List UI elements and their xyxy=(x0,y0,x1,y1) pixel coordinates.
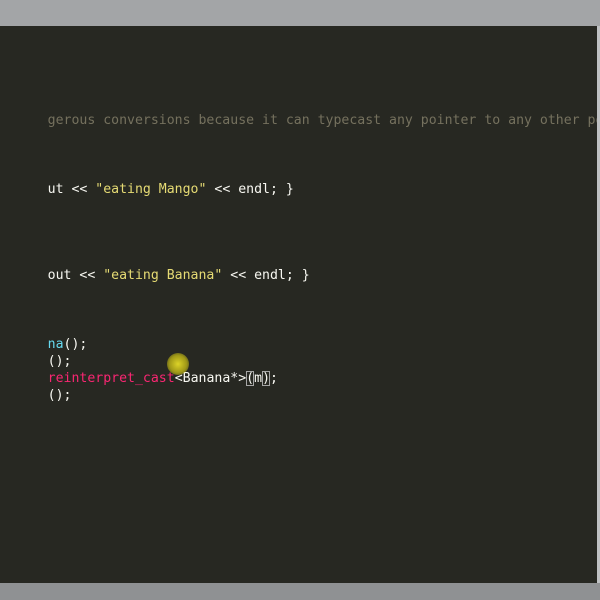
code-line-cast[interactable]: reinterpret_cast<Banana*>(m); xyxy=(0,353,278,386)
call2-text: (); xyxy=(47,388,72,403)
code-editor[interactable]: gerous conversions because it can typeca… xyxy=(0,26,597,583)
cast-type-close: > xyxy=(238,371,247,386)
code-area[interactable]: gerous conversions because it can typeca… xyxy=(0,26,597,583)
code-line-new[interactable]: na(); xyxy=(0,319,88,352)
code-line-mango[interactable]: ut << "eating Mango" << endl; } xyxy=(0,164,294,197)
code-line-banana[interactable]: out << "eating Banana" << endl; } xyxy=(0,250,310,283)
window-top-bar xyxy=(0,0,600,26)
banana-pre: out << xyxy=(47,268,104,283)
mango-pre: ut << xyxy=(47,182,96,197)
code-line-call2[interactable]: (); xyxy=(0,370,72,403)
cast-arg: m xyxy=(254,371,263,386)
mouse-cursor-highlight-icon xyxy=(167,353,189,375)
window-bottom-bar xyxy=(0,583,600,600)
banana-post: << endl; } xyxy=(222,268,310,283)
mango-string: "eating Mango" xyxy=(95,182,207,197)
code-line-comment[interactable]: gerous conversions because it can typeca… xyxy=(0,95,597,128)
code-line-call1[interactable]: (); xyxy=(0,336,72,369)
cast-paren-close: ) xyxy=(262,371,271,386)
mango-post: << endl; } xyxy=(206,182,294,197)
cast-paren-open: ( xyxy=(246,371,255,386)
cast-end: ; xyxy=(270,371,278,386)
banana-string: "eating Banana" xyxy=(103,268,223,283)
comment-text: gerous conversions because it can typeca… xyxy=(47,113,597,128)
